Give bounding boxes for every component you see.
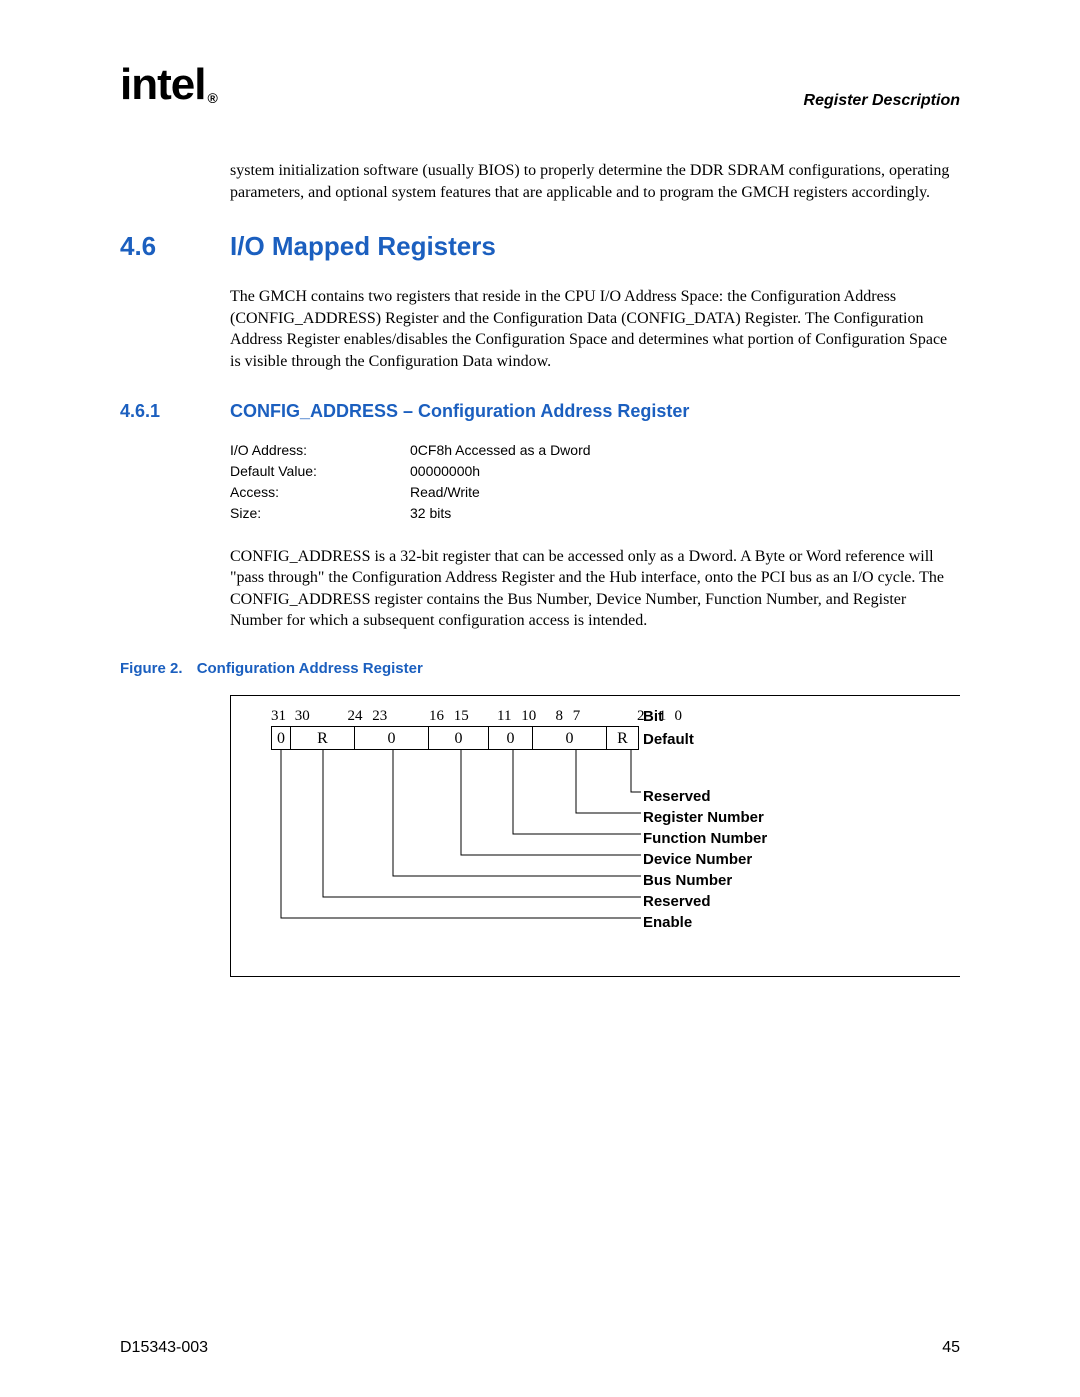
field-legend: Reserved Register Number Function Number… [643,786,767,933]
legend-item: Bus Number [643,870,767,891]
intro-paragraph: system initialization software (usually … [230,160,960,203]
figure-caption: Figure 2. Configuration Address Register [120,660,960,677]
header-section-title: Register Description [804,92,960,110]
prop-row: Size: 32 bits [230,503,960,524]
cell: 0 [355,726,429,750]
prop-label: Access: [230,482,410,503]
bit-numbers: 31 30 24 23 16 15 11 10 8 7 2 1 0 [271,708,682,725]
cell: R [607,726,639,750]
prop-label: Default Value: [230,461,410,482]
subsection-heading: 4.6.1 CONFIG_ADDRESS – Configuration Add… [120,401,960,422]
prop-row: Default Value: 00000000h [230,461,960,482]
logo-mark: ® [207,90,216,106]
prop-row: I/O Address: 0CF8h Accessed as a Dword [230,440,960,461]
prop-value: 0CF8h Accessed as a Dword [410,440,591,461]
figure-label: Figure 2. [120,660,183,677]
cell: R [291,726,355,750]
legend-item: Function Number [643,828,767,849]
prop-value: 32 bits [410,503,451,524]
prop-value: Read/Write [410,482,480,503]
subsection-paragraph: CONFIG_ADDRESS is a 32-bit register that… [230,546,960,632]
footer-doc-id: D15343-003 [120,1339,208,1357]
legend-item: Enable [643,912,767,933]
section-heading: 4.6 I/O Mapped Registers [120,231,960,262]
section-title: I/O Mapped Registers [230,231,496,262]
section-number: 4.6 [120,231,230,262]
page-header: intel® Register Description [120,60,960,110]
intel-logo: intel® [120,60,215,110]
prop-label: I/O Address: [230,440,410,461]
default-header: Default [643,731,694,748]
page-footer: D15343-003 45 [120,1339,960,1357]
cell: 0 [489,726,533,750]
prop-row: Access: Read/Write [230,482,960,503]
property-table: I/O Address: 0CF8h Accessed as a Dword D… [230,440,960,524]
figure-title: Configuration Address Register [197,660,423,677]
prop-value: 00000000h [410,461,480,482]
legend-item: Reserved [643,891,767,912]
bit-header: Bit [643,708,663,725]
subsection-title: CONFIG_ADDRESS – Configuration Address R… [230,401,689,422]
legend-item: Reserved [643,786,767,807]
figure-diagram: 31 30 24 23 16 15 11 10 8 7 2 1 0 0 R 0 … [230,695,960,977]
section-paragraph: The GMCH contains two registers that res… [230,286,960,372]
prop-label: Size: [230,503,410,524]
cell: 0 [533,726,607,750]
footer-page-number: 45 [942,1339,960,1357]
cell: 0 [429,726,489,750]
legend-item: Device Number [643,849,767,870]
cell: 0 [271,726,291,750]
default-row: 0 R 0 0 0 0 R [271,726,639,750]
logo-text: intel [120,60,205,110]
legend-item: Register Number [643,807,767,828]
subsection-number: 4.6.1 [120,401,230,422]
